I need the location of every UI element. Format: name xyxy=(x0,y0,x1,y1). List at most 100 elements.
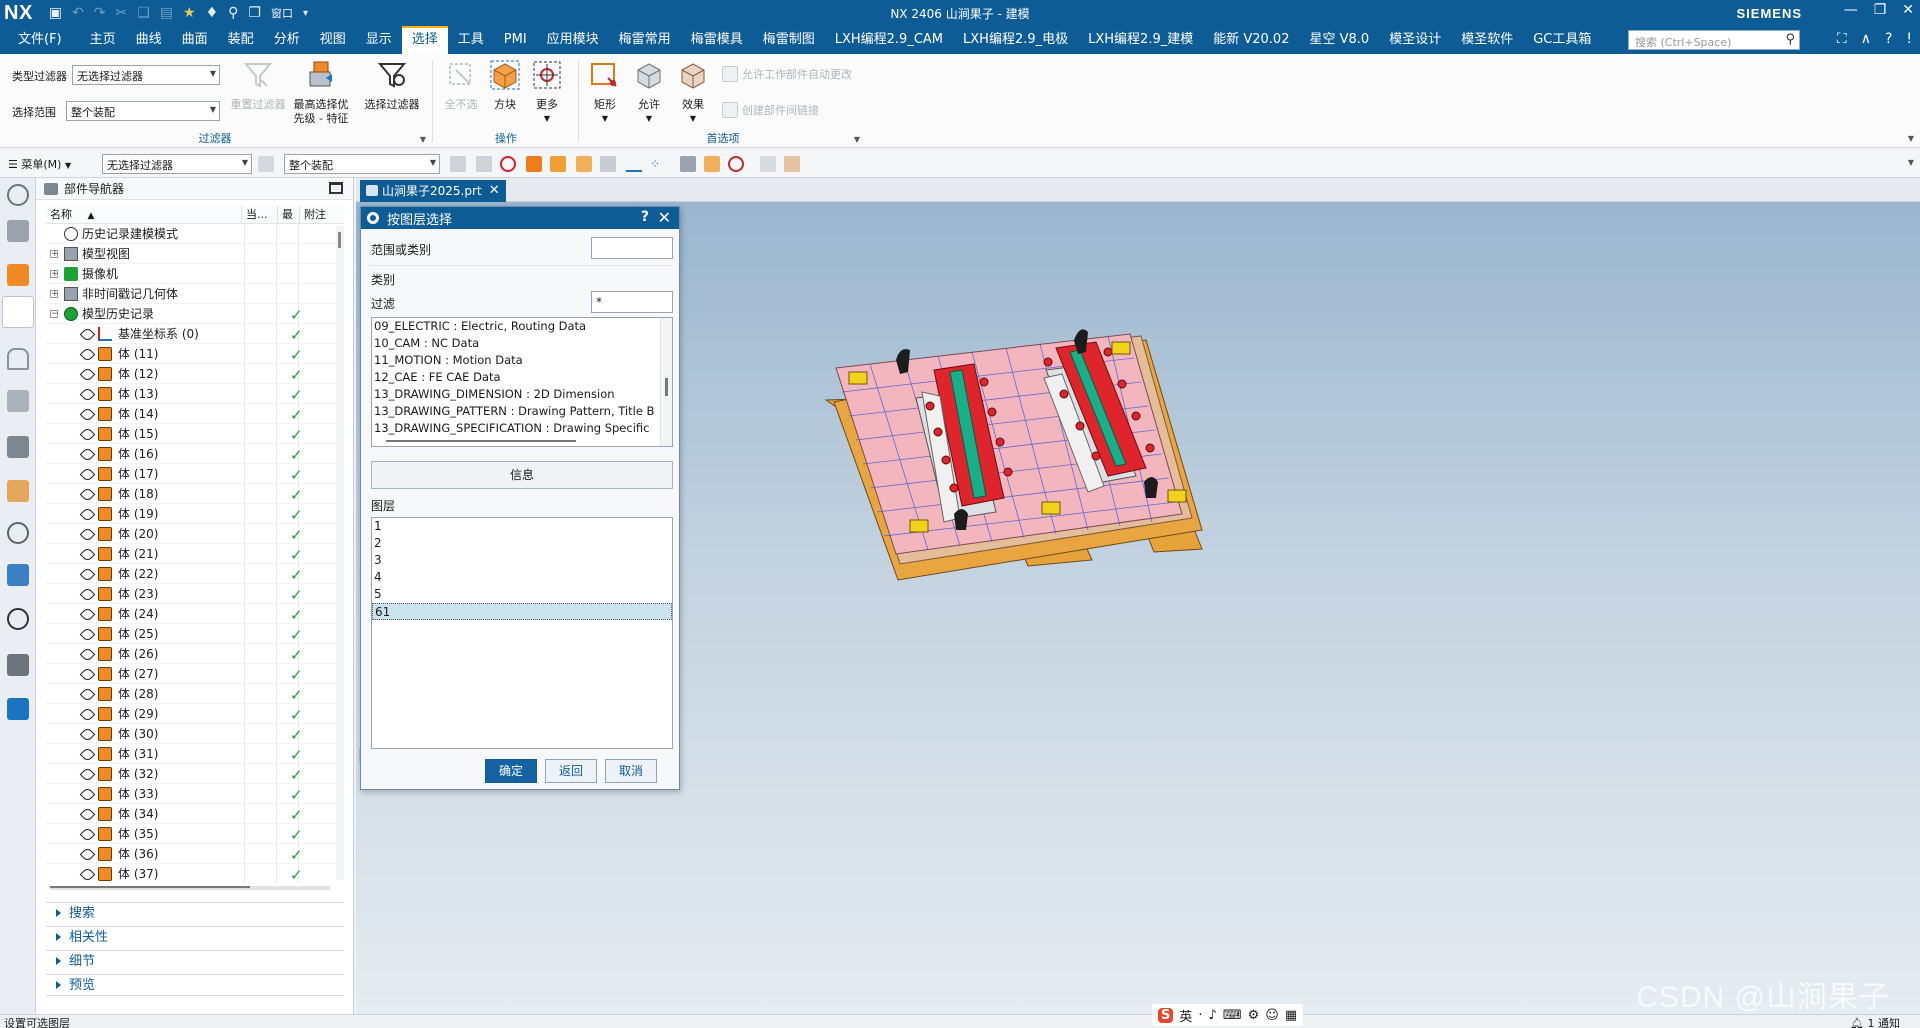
expand-toggle-icon[interactable]: − xyxy=(50,310,59,319)
part-file-tab[interactable]: 山涧果子2025.prt ✕ xyxy=(360,180,506,202)
tree-node[interactable]: 体 (22) ✓ xyxy=(46,564,344,584)
ok-button[interactable]: 确定 xyxy=(485,759,537,783)
close-tab-icon[interactable]: ✕ xyxy=(489,180,500,202)
layer-item[interactable]: 4 xyxy=(372,569,672,586)
eye-icon[interactable] xyxy=(79,506,96,523)
tab-surface[interactable]: 曲面 xyxy=(172,26,218,54)
alert-icon[interactable]: ! xyxy=(1906,31,1912,47)
tab-lxh-modeling[interactable]: LXH编程2.9_建模 xyxy=(1078,26,1203,54)
rectangle-button[interactable]: 矩形 ▼ xyxy=(582,58,628,126)
tree-node[interactable]: 体 (27) ✓ xyxy=(46,664,344,684)
hd3d-icon[interactable] xyxy=(7,436,29,458)
eye-icon[interactable] xyxy=(79,866,96,882)
window-switch-icon[interactable]: ❐ xyxy=(248,5,261,21)
save-icon[interactable]: ▣ xyxy=(49,5,62,21)
column-name[interactable]: 名称 ▲ xyxy=(46,206,242,223)
tree-node[interactable]: 体 (18) ✓ xyxy=(46,484,344,504)
menu-button[interactable]: ☰ 菜单(M) ▼ xyxy=(8,156,71,172)
favorites-icon[interactable]: ★ xyxy=(183,5,196,21)
category-hscroll[interactable] xyxy=(386,440,576,442)
allow-button[interactable]: 允许 ▼ xyxy=(626,58,672,126)
type-filter-combo[interactable]: 无选择过滤器 ▼ xyxy=(72,65,220,85)
command-finder-icon[interactable]: ⚲ xyxy=(228,5,238,21)
select-filter-button[interactable]: 选择过滤器 xyxy=(360,58,424,112)
point-icon[interactable]: ⁘ xyxy=(650,156,666,172)
category-item[interactable]: 10_CAM : NC Data xyxy=(372,335,672,352)
redo-icon[interactable]: ↷ xyxy=(94,5,106,21)
tree-node[interactable]: 体 (20) ✓ xyxy=(46,524,344,544)
snap-icon[interactable] xyxy=(680,156,696,172)
tab-xingkong[interactable]: 星空 V8.0 xyxy=(1299,26,1379,54)
bell-icon[interactable] xyxy=(7,348,29,370)
selbar-options-icon[interactable]: ▼ xyxy=(1908,158,1914,167)
eye-icon[interactable] xyxy=(79,546,96,563)
microphone-icon[interactable]: ♦ xyxy=(206,5,219,21)
eye-icon[interactable] xyxy=(79,346,96,363)
cut-icon[interactable]: ✂ xyxy=(116,5,128,21)
column-note[interactable]: 附注 xyxy=(300,206,344,223)
box-select-button[interactable]: 方块 xyxy=(482,58,528,112)
tree-node[interactable]: 历史记录建模模式 xyxy=(46,224,344,244)
category-item[interactable]: 13_DRAWING_SPECIFICATION : Drawing Speci… xyxy=(372,420,672,437)
tree-node[interactable]: 体 (37) ✓ xyxy=(46,864,344,882)
tree-node[interactable]: − 模型历史记录 ✓ xyxy=(46,304,344,324)
category-item[interactable]: 13_DRAWING_PATTERN : Drawing Pattern, Ti… xyxy=(372,403,672,420)
eye-icon[interactable] xyxy=(79,766,96,783)
edge-icon[interactable] xyxy=(760,156,776,172)
tab-nengxin[interactable]: 能新 V20.02 xyxy=(1203,26,1299,54)
eye-icon[interactable] xyxy=(79,586,96,603)
tree-node[interactable]: 体 (15) ✓ xyxy=(46,424,344,444)
tab-lxh-cam[interactable]: LXH编程2.9_CAM xyxy=(825,26,953,54)
ribbon-options-icon[interactable]: ▼ xyxy=(1908,134,1914,143)
tree-node[interactable]: 体 (35) ✓ xyxy=(46,824,344,844)
globe-icon[interactable] xyxy=(7,564,29,586)
sogou-logo-icon[interactable]: S xyxy=(1158,1007,1174,1023)
layer-item[interactable]: 3 xyxy=(372,552,672,569)
selbar-type-filter[interactable]: 无选择过滤器 ▼ xyxy=(102,154,252,174)
file-menu[interactable]: 文件(F) xyxy=(0,26,80,54)
reset-filter-button[interactable]: 重置过滤器 xyxy=(228,58,288,112)
tree-node[interactable]: 体 (34) ✓ xyxy=(46,804,344,824)
category-item[interactable]: 12_CAE : FE CAE Data xyxy=(372,369,672,386)
select-none-button[interactable]: 全不选 xyxy=(438,58,484,112)
eye-icon[interactable] xyxy=(79,666,96,683)
search-icon[interactable]: ⚲ xyxy=(1785,32,1795,47)
constraint-navigator-icon[interactable] xyxy=(7,264,29,286)
category-vscroll[interactable] xyxy=(660,318,672,446)
punctuation-toggle[interactable]: · xyxy=(1198,1008,1202,1023)
dialog-header[interactable]: 按图层选择 ? ✕ xyxy=(361,207,679,229)
eye-icon[interactable] xyxy=(79,486,96,503)
info-button[interactable]: 信息 xyxy=(371,461,673,489)
general-select-icon[interactable] xyxy=(450,156,466,172)
eye-icon[interactable] xyxy=(79,466,96,483)
layer-list[interactable]: 1 2 3 4 5 61 xyxy=(371,517,673,749)
fullscreen-icon[interactable]: ⛶ xyxy=(1837,31,1847,47)
selbar-scope[interactable]: 整个装配 ▼ xyxy=(284,154,440,174)
layer-item[interactable]: 1 xyxy=(372,518,672,535)
tree-node[interactable]: + 模型视图 xyxy=(46,244,344,264)
tab-home[interactable]: 主页 xyxy=(80,26,126,54)
layer-item-selected[interactable]: 61 xyxy=(372,603,672,620)
panel-search[interactable]: 搜索 xyxy=(46,902,344,924)
customize-icon[interactable]: ▾ xyxy=(303,8,308,19)
eye-icon[interactable] xyxy=(79,686,96,703)
eye-icon[interactable] xyxy=(79,446,96,463)
web-browser-icon[interactable] xyxy=(7,480,29,502)
component-icon[interactable] xyxy=(704,156,720,172)
group-expand-icon[interactable]: ▼ xyxy=(420,135,426,144)
notification-area[interactable]: 🔔︎ 1 通知 xyxy=(1850,1015,1900,1028)
tree-node[interactable]: 体 (31) ✓ xyxy=(46,744,344,764)
eye-icon[interactable] xyxy=(79,726,96,743)
solid-face-icon[interactable] xyxy=(784,156,800,172)
layer-item[interactable]: 2 xyxy=(372,535,672,552)
tab-view[interactable]: 视图 xyxy=(310,26,356,54)
toolbox-icon[interactable]: ▦ xyxy=(1285,1008,1297,1023)
face-icon[interactable] xyxy=(550,156,566,172)
tab-mosheng-design[interactable]: 模圣设计 xyxy=(1379,26,1451,54)
navigator-hscroll[interactable] xyxy=(50,886,330,890)
back-button[interactable]: 返回 xyxy=(545,759,597,783)
clock-icon[interactable] xyxy=(7,608,29,630)
maximize-icon[interactable] xyxy=(329,182,343,194)
tree-node[interactable]: 体 (32) ✓ xyxy=(46,764,344,784)
cancel-button[interactable]: 取消 xyxy=(605,759,657,783)
